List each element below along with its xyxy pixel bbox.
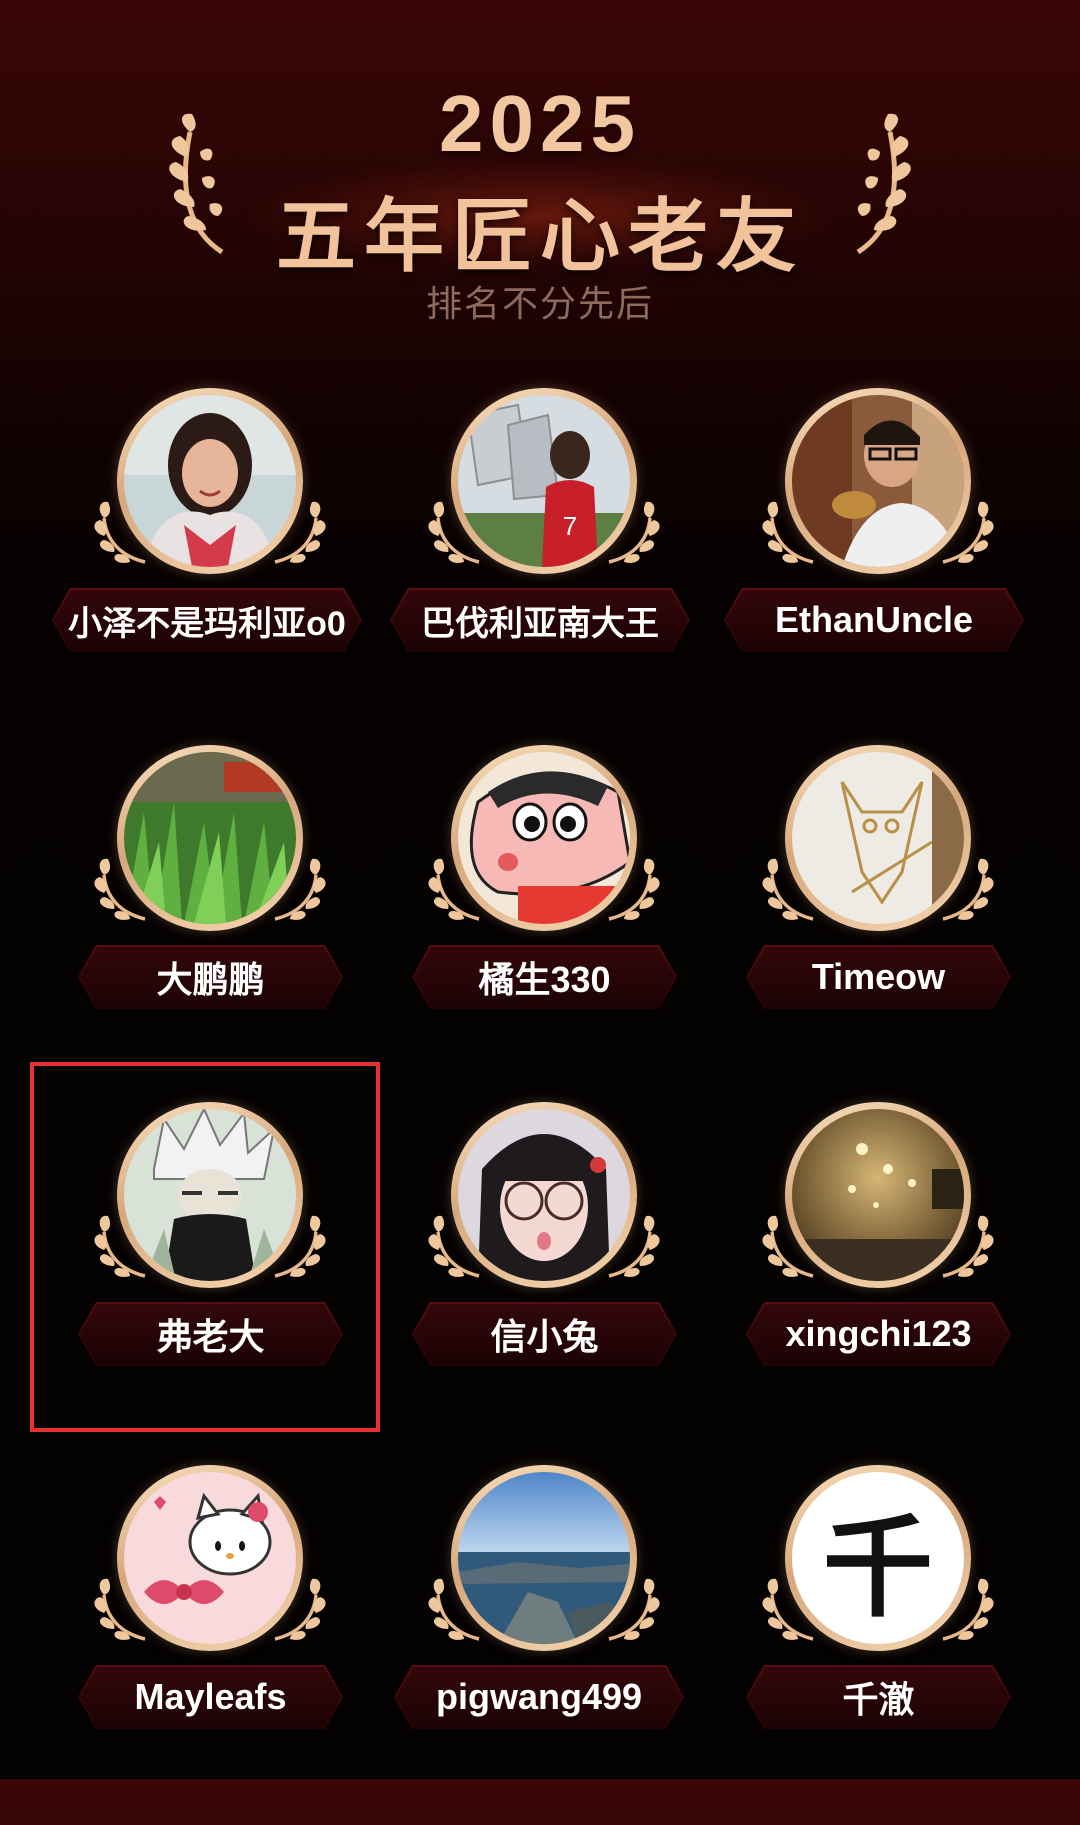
laurel-icon [604, 853, 664, 923]
name-plate: EthanUncle [724, 588, 1024, 652]
laurel-icon [604, 496, 664, 566]
laurel-icon [758, 1573, 818, 1643]
name-plate: 大鹏鹏 [78, 945, 343, 1009]
name-plate: xingchi123 [746, 1302, 1011, 1366]
laurel-icon [758, 1210, 818, 1280]
laurel-icon [270, 496, 330, 566]
user-name: 小泽不是玛利亚o0 [68, 604, 346, 643]
name-plate: pigwang499 [394, 1665, 684, 1729]
laurel-icon [604, 1210, 664, 1280]
year-heading: 2025 [439, 79, 641, 168]
page-title: 五年匠心老友 [276, 192, 804, 281]
laurel-icon [90, 1573, 150, 1643]
laurel-icon [938, 1210, 998, 1280]
laurel-icon [758, 853, 818, 923]
laurel-icon [758, 496, 818, 566]
user-card[interactable]: 千 千澈 [706, 1465, 1039, 1825]
page-subtitle: 排名不分先后 [425, 283, 654, 324]
laurel-icon [424, 853, 484, 923]
name-plate: 橘生330 [412, 945, 677, 1009]
selection-highlight [30, 1062, 380, 1432]
user-name: 巴伐利亚南大王 [421, 604, 659, 643]
laurel-icon [90, 496, 150, 566]
laurel-icon [424, 496, 484, 566]
user-card[interactable]: 大鹏鹏 [38, 745, 371, 1105]
user-name: 千澈 [842, 1679, 915, 1720]
user-card[interactable]: pigwang499 [372, 1465, 705, 1825]
laurel-icon [90, 853, 150, 923]
name-plate: 巴伐利亚南大王 [390, 588, 690, 652]
laurel-icon [270, 1573, 330, 1643]
user-name: Mayleafs [134, 1676, 287, 1717]
laurel-icon [424, 1210, 484, 1280]
page-header: 2025 五年匠心老友 排名不分先后 [0, 0, 1080, 330]
name-plate: 千澈 [746, 1665, 1011, 1729]
qian-character-avatar-icon: 千 [823, 1503, 933, 1632]
laurel-icon [424, 1573, 484, 1643]
laurel-icon [938, 496, 998, 566]
user-card[interactable]: xingchi123 [706, 1102, 1039, 1462]
user-card[interactable]: EthanUncle [706, 388, 1039, 748]
user-name: 大鹏鹏 [156, 959, 265, 1000]
user-card[interactable]: 橘生330 [372, 745, 705, 1105]
laurel-icon [270, 853, 330, 923]
user-card[interactable]: 7 巴伐利亚南大王 [372, 388, 705, 748]
name-plate: Timeow [746, 945, 1011, 1009]
laurel-icon [938, 1573, 998, 1643]
name-plate: 信小兔 [412, 1302, 677, 1366]
svg-text:7: 7 [563, 511, 577, 541]
user-card[interactable]: 信小兔 [372, 1102, 705, 1462]
user-name: 信小兔 [490, 1316, 599, 1357]
user-card[interactable]: Mayleafs [38, 1465, 371, 1825]
user-card[interactable]: 小泽不是玛利亚o0 [38, 388, 371, 748]
user-card[interactable]: Timeow [706, 745, 1039, 1105]
user-name: xingchi123 [785, 1313, 972, 1354]
laurel-icon [604, 1573, 664, 1643]
name-plate: 小泽不是玛利亚o0 [52, 588, 362, 652]
user-name: pigwang499 [435, 1676, 643, 1717]
user-name: 橘生330 [478, 959, 611, 1000]
user-name: Timeow [811, 956, 946, 997]
user-name: EthanUncle [774, 599, 974, 640]
name-plate: Mayleafs [78, 1665, 343, 1729]
laurel-icon [938, 853, 998, 923]
